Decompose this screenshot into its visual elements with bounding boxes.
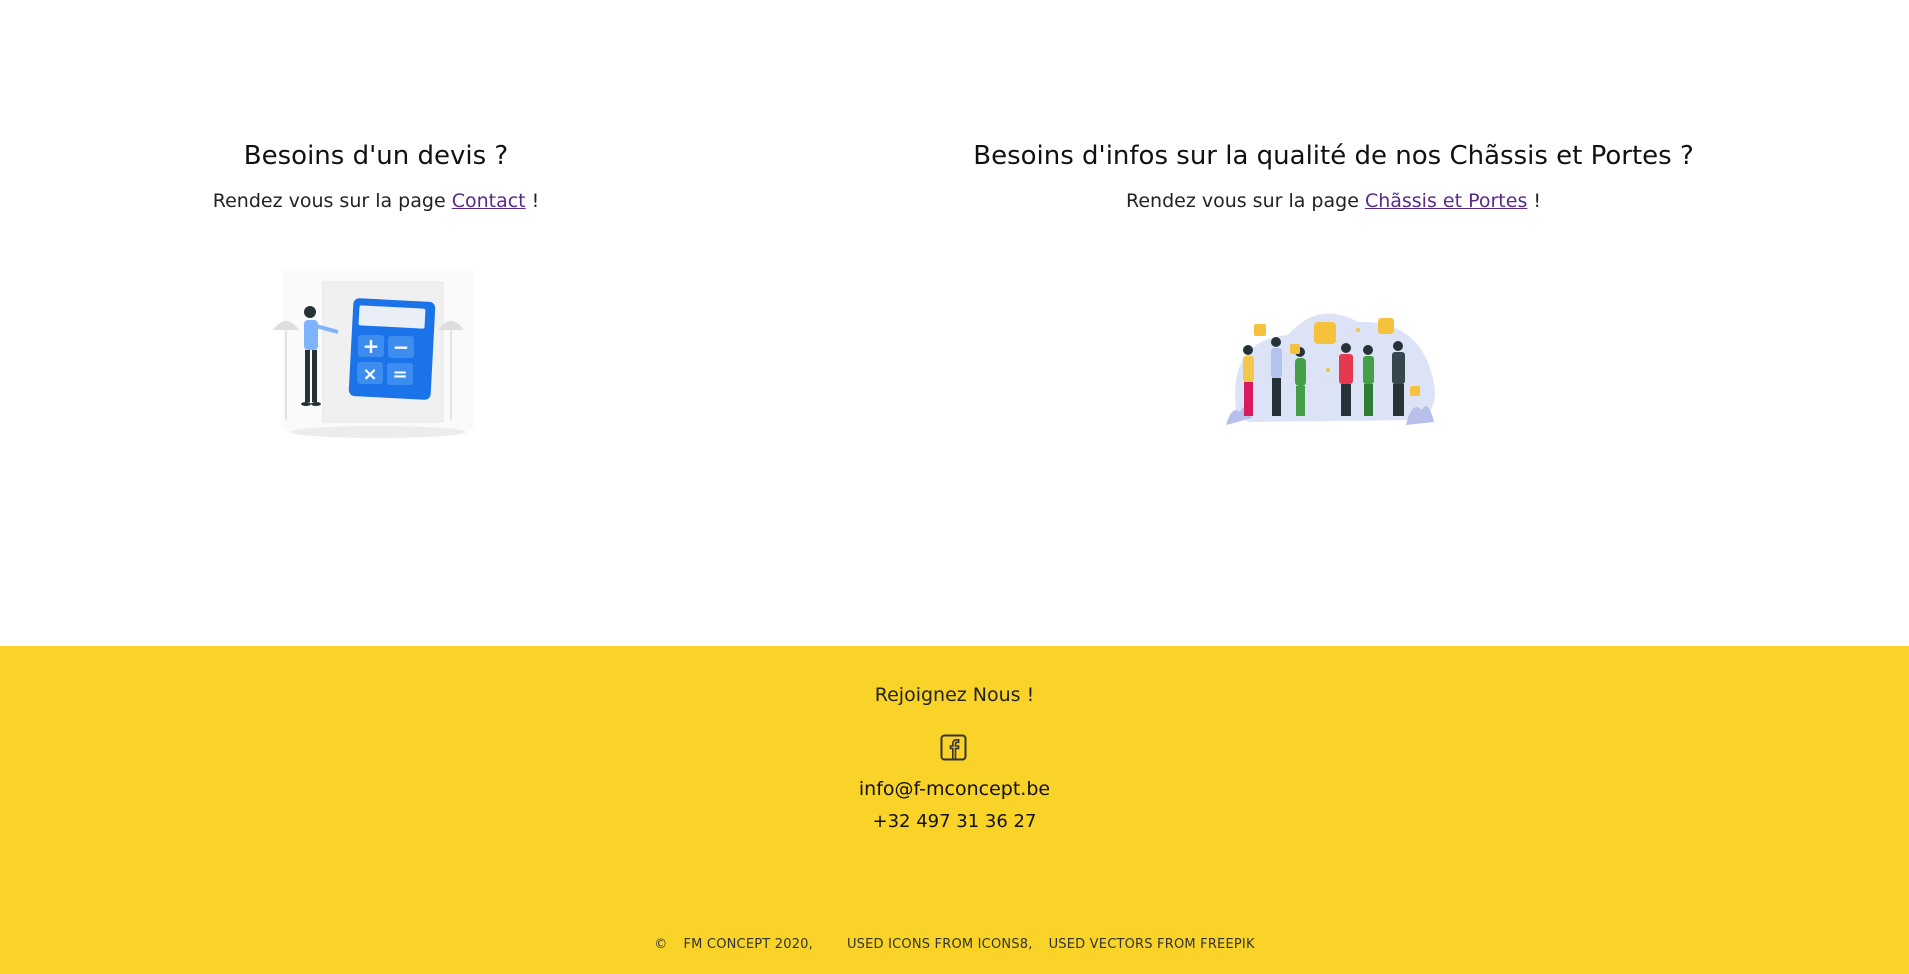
quote-text: Rendez vous sur la page Contact !: [100, 186, 652, 216]
contact-link[interactable]: Contact: [452, 190, 526, 212]
quality-block: Besoins d'infos sur la qualité de nos Ch…: [912, 136, 1755, 216]
team-illustration: [1226, 313, 1435, 425]
copyright-symbol: ©: [654, 937, 668, 952]
quote-title: Besoins d'un devis ?: [243, 141, 509, 171]
join-us-label: Rejoignez Nous !: [874, 684, 1035, 706]
info-section: Besoins d'un devis ? Rendez vous sur la …: [0, 0, 1909, 646]
email-link[interactable]: info@f-mconcept.be: [0, 776, 1909, 802]
footer-credits: © FM CONCEPT 2020, USED ICONS FROM ICONS8,…: [0, 936, 1909, 954]
svg-text:×: ×: [362, 364, 377, 385]
page: Besoins d'un devis ? Rendez vous sur la …: [0, 0, 1909, 974]
vectors-credit-link[interactable]: USED VECTORS FROM FREEPIK: [1049, 936, 1255, 954]
quality-text-suffix: !: [1527, 190, 1541, 212]
copyright-text: FM CONCEPT 2020,: [683, 937, 813, 952]
quality-text: Rendez vous sur la page Chãssis et Porte…: [912, 186, 1755, 216]
chassis-portes-link[interactable]: Chãssis et Portes: [1365, 190, 1527, 212]
calculator-icon: + − × =: [348, 298, 436, 400]
facebook-icon[interactable]: [940, 734, 967, 761]
quality-title: Besoins d'infos sur la qualité de nos Ch…: [973, 141, 1694, 171]
phone-number: +32 497 31 36 27: [872, 811, 1037, 832]
svg-text:+: +: [363, 334, 380, 358]
calculator-illustration: + − × =: [273, 270, 473, 438]
icons-credit-link[interactable]: USED ICONS FROM ICONS8,: [847, 936, 1033, 954]
svg-text:=: =: [392, 364, 407, 385]
svg-text:−: −: [393, 335, 410, 359]
footer: Rejoignez Nous ! info@f-mconcept.be +32 …: [0, 646, 1909, 974]
quote-text-suffix: !: [525, 190, 540, 212]
quote-text-prefix: Rendez vous sur la page: [212, 190, 452, 212]
quote-block: Besoins d'un devis ? Rendez vous sur la …: [100, 136, 652, 216]
quality-text-prefix: Rendez vous sur la page: [1125, 190, 1365, 212]
